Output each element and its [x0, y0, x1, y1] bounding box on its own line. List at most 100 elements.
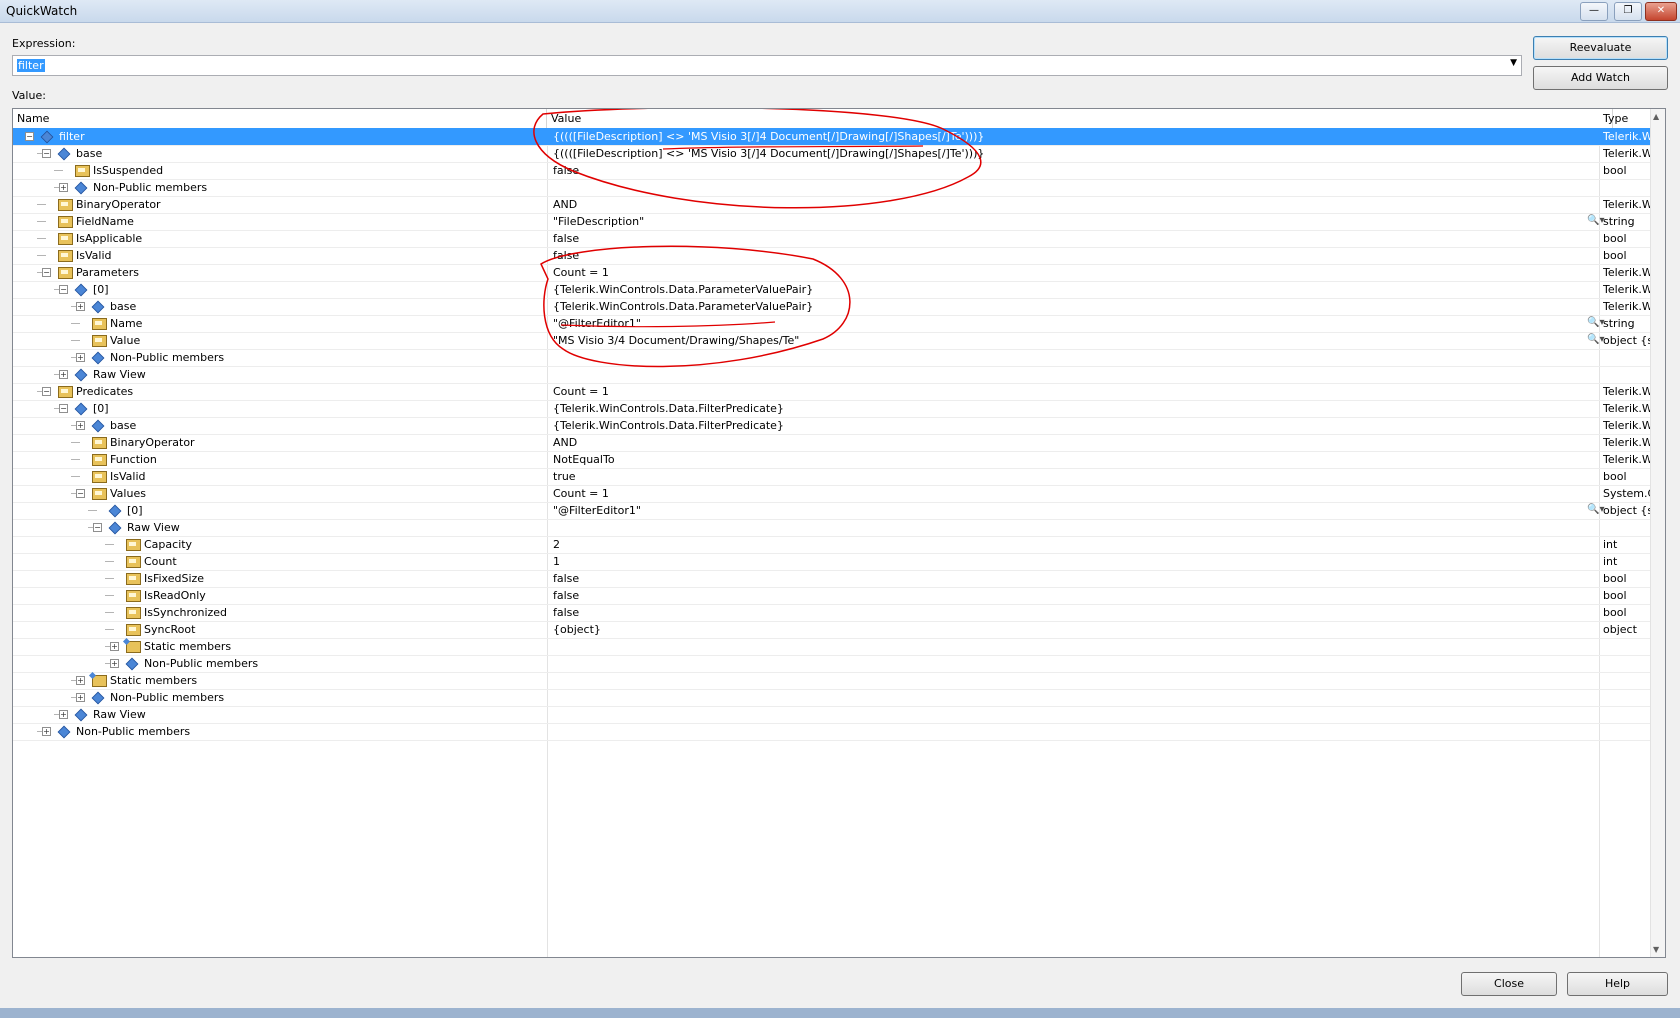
collapse-icon[interactable]: −	[59, 404, 68, 413]
expand-icon[interactable]: +	[42, 727, 51, 736]
help-button[interactable]: Help	[1567, 972, 1668, 996]
add-watch-button[interactable]: Add Watch	[1533, 66, 1668, 90]
value-cell[interactable]: "@FilterEditor1"	[551, 315, 1608, 332]
table-row[interactable]: [0] "@FilterEditor1"🔍▾object {st	[13, 502, 1650, 520]
table-row[interactable]: − [0] {Telerik.WinControls.Data.FilterPred…	[13, 400, 1650, 418]
value-cell[interactable]	[551, 349, 1608, 366]
value-cell[interactable]: false	[551, 570, 1608, 587]
value-cell[interactable]: AND	[551, 196, 1608, 213]
vertical-scrollbar[interactable]: ▲ ▼	[1650, 109, 1665, 957]
value-cell[interactable]: AND	[551, 434, 1608, 451]
value-cell[interactable]: {Telerik.WinControls.Data.FilterPredicat…	[551, 417, 1608, 434]
value-cell[interactable]: {Telerik.WinControls.Data.ParameterValue…	[551, 298, 1608, 315]
table-row[interactable]: Name "@FilterEditor1" 🔍▾ string	[13, 315, 1650, 333]
minimize-button[interactable]: —	[1580, 2, 1608, 21]
value-cell[interactable]: false	[551, 230, 1608, 247]
expand-icon[interactable]: +	[76, 302, 85, 311]
table-row[interactable]: FieldName "FileDescription" 🔍▾ string	[13, 213, 1650, 231]
table-row[interactable]: Value "MS Visio 3/4 Document/Drawing/Shap…	[13, 332, 1650, 350]
scroll-down-icon[interactable]: ▼	[1653, 945, 1659, 954]
table-row[interactable]: IsValid false bool	[13, 247, 1650, 265]
table-row[interactable]: + Raw View	[13, 706, 1650, 724]
value-cell[interactable]	[551, 723, 1608, 740]
magnifier-icon[interactable]: 🔍▾	[1587, 334, 1604, 345]
collapse-icon[interactable]: −	[42, 387, 51, 396]
collapse-icon[interactable]: −	[76, 489, 85, 498]
table-row[interactable]: IsValid true bool	[13, 468, 1650, 486]
table-row[interactable]: Capacity 2 int	[13, 536, 1650, 554]
expand-icon[interactable]: +	[59, 370, 68, 379]
table-row[interactable]: + Non-Public members	[13, 349, 1650, 367]
value-cell[interactable]	[551, 519, 1608, 536]
value-cell[interactable]: false	[551, 162, 1608, 179]
window-close-button[interactable]: ✕	[1645, 2, 1677, 21]
table-row[interactable]: + Raw View	[13, 366, 1650, 384]
collapse-icon[interactable]: −	[25, 132, 34, 141]
expand-icon[interactable]: +	[76, 676, 85, 685]
expand-icon[interactable]: +	[110, 642, 119, 651]
chevron-down-icon[interactable]: ▼	[1510, 58, 1517, 68]
value-cell[interactable]	[551, 672, 1608, 689]
table-row[interactable]: IsSuspended false bool	[13, 162, 1650, 180]
column-header-type[interactable]: Type	[1599, 109, 1650, 128]
collapse-icon[interactable]: −	[93, 523, 102, 532]
collapse-icon[interactable]: −	[59, 285, 68, 294]
value-cell[interactable]: {Telerik.WinControls.Data.ParameterValue…	[551, 281, 1608, 298]
table-row[interactable]: + Non-Public members	[13, 655, 1650, 673]
value-cell[interactable]	[551, 655, 1608, 672]
expression-combobox[interactable]: filter ▼	[12, 55, 1522, 76]
value-cell[interactable]	[551, 638, 1608, 655]
table-row[interactable]: SyncRoot {object} object	[13, 621, 1650, 639]
table-row[interactable]: − Raw View	[13, 519, 1650, 537]
value-cell[interactable]	[551, 366, 1608, 383]
value-cell[interactable]: Count = 1	[551, 383, 1608, 400]
table-row[interactable]: + base {Telerik.WinControls.Data.Parameter…	[13, 298, 1650, 316]
table-row[interactable]: + Static members	[13, 672, 1650, 690]
value-cell[interactable]: 2	[551, 536, 1608, 553]
table-row[interactable]: IsFixedSize false bool	[13, 570, 1650, 588]
value-cell[interactable]: false	[551, 587, 1608, 604]
table-row[interactable]: BinaryOperator AND Telerik.W	[13, 434, 1650, 452]
value-cell[interactable]: {((([FileDescription] <> 'MS Visio 3[/]4…	[551, 145, 1608, 162]
value-cell[interactable]: Count = 1	[551, 264, 1608, 281]
value-cell[interactable]: true	[551, 468, 1608, 485]
table-row[interactable]: + Non-Public members	[13, 723, 1650, 741]
expand-icon[interactable]: +	[59, 710, 68, 719]
table-row[interactable]: + Non-Public members	[13, 179, 1650, 197]
value-cell[interactable]: false	[551, 247, 1608, 264]
expand-icon[interactable]: +	[76, 353, 85, 362]
expand-icon[interactable]: +	[59, 183, 68, 192]
table-row[interactable]: − Parameters Count = 1 Telerik.W	[13, 264, 1650, 282]
value-cell[interactable]: {Telerik.WinControls.Data.FilterPredicat…	[551, 400, 1608, 417]
expand-icon[interactable]: +	[76, 693, 85, 702]
table-row[interactable]: IsSynchronized false bool	[13, 604, 1650, 622]
collapse-icon[interactable]: −	[42, 149, 51, 158]
magnifier-icon[interactable]: 🔍▾	[1587, 317, 1604, 328]
magnifier-icon[interactable]: 🔍▾	[1587, 215, 1604, 226]
value-cell[interactable]: Count = 1	[551, 485, 1608, 502]
value-cell[interactable]	[551, 179, 1608, 196]
expand-icon[interactable]: +	[110, 659, 119, 668]
value-cell[interactable]: "MS Visio 3/4 Document/Drawing/Shapes/Te…	[551, 332, 1608, 349]
restore-button[interactable]: ❐	[1614, 2, 1642, 21]
table-row[interactable]: IsReadOnly false bool	[13, 587, 1650, 605]
value-cell[interactable]: NotEqualTo	[551, 451, 1608, 468]
expand-icon[interactable]: +	[76, 421, 85, 430]
value-cell[interactable]: false	[551, 604, 1608, 621]
scroll-up-icon[interactable]: ▲	[1653, 112, 1659, 121]
table-row[interactable]: − filter {((([FileDescription] <> 'MS Visi…	[13, 128, 1650, 146]
table-row[interactable]: − base {((([FileDescription] <> 'MS Visio …	[13, 145, 1650, 163]
value-cell[interactable]: "@FilterEditor1"	[551, 502, 1608, 519]
table-row[interactable]: + Static members	[13, 638, 1650, 656]
table-row[interactable]: + Non-Public members	[13, 689, 1650, 707]
close-button[interactable]: Close	[1461, 972, 1557, 996]
value-cell[interactable]: 1	[551, 553, 1608, 570]
magnifier-icon[interactable]: 🔍▾	[1587, 504, 1604, 515]
value-cell[interactable]	[551, 706, 1608, 723]
table-row[interactable]: Function NotEqualTo Telerik.W	[13, 451, 1650, 469]
column-header-value[interactable]: Value	[547, 109, 1613, 128]
column-header-name[interactable]: Name	[13, 109, 547, 128]
value-cell[interactable]	[551, 689, 1608, 706]
table-row[interactable]: BinaryOperator AND Telerik.W	[13, 196, 1650, 214]
table-row[interactable]: IsApplicable false bool	[13, 230, 1650, 248]
